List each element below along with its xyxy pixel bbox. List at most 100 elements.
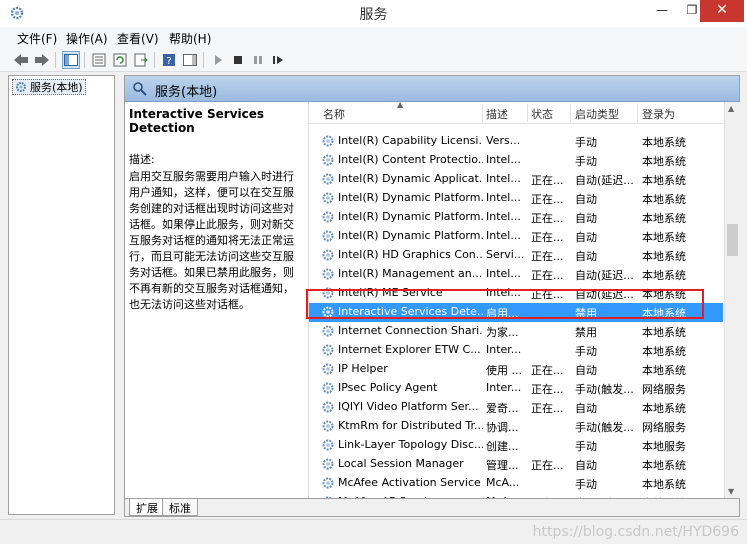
table-row[interactable]: IPsec Policy Agent Inter... 正在... 手动(触发... 网… [309, 379, 723, 398]
view-tabs: 扩展 标准 [125, 498, 739, 516]
service-log-on-as-cell: 本地系统 [642, 326, 686, 339]
service-name-cell: Intel(R) Dynamic Platform... [338, 229, 483, 242]
service-log-on-as-cell: 网络服务 [642, 383, 686, 396]
service-status-cell: 正在... [531, 459, 564, 472]
table-row[interactable]: Internet Connection Shari... 为家... 禁用 本地系统 [309, 322, 723, 341]
service-startup-type-cell: 手动(触发... [575, 421, 634, 434]
start-service-icon[interactable] [209, 51, 227, 69]
menu-file[interactable]: 文件(F) [17, 30, 57, 47]
column-separator[interactable] [570, 104, 571, 122]
service-name-cell: Intel(R) Dynamic Platform... [338, 191, 483, 204]
tab-extended[interactable]: 扩展 [129, 499, 165, 516]
restart-service-icon[interactable] [269, 51, 287, 69]
column-separator[interactable] [482, 104, 483, 122]
table-row[interactable]: Intel(R) Dynamic Applicat... Intel... 正在..… [309, 170, 723, 189]
tree-item-services-local[interactable]: 服务(本地) [12, 79, 86, 95]
table-row[interactable]: Intel(R) Management an... Intel... 正在... 自动… [309, 265, 723, 284]
service-gear-icon [322, 325, 334, 337]
service-name-cell: Intel(R) Management an... [338, 267, 483, 280]
menu-help[interactable]: 帮助(H) [169, 30, 211, 47]
table-row[interactable]: Intel(R) Dynamic Platform... Intel... 正在..… [309, 189, 723, 208]
table-row[interactable]: IQIYI Video Platform Ser... 爱奇... 正在... 自动 本… [309, 398, 723, 417]
vertical-scrollbar[interactable]: ▲ ▼ [724, 102, 740, 498]
service-log-on-as-cell: 本地系统 [642, 155, 686, 168]
pause-service-icon[interactable] [249, 51, 267, 69]
table-row[interactable]: Intel(R) Content Protectio... Intel... 手动 本… [309, 151, 723, 170]
table-row[interactable]: Intel(R) HD Graphics Con... Servi... 正在...… [309, 246, 723, 265]
sort-ascending-icon: ▲ [397, 100, 404, 109]
service-status-cell: 正在... [531, 250, 564, 263]
service-name-cell: Intel(R) Dynamic Platform... [338, 210, 483, 223]
table-row[interactable]: Intel(R) Dynamic Platform... Intel... 正在..… [309, 227, 723, 246]
service-startup-type-cell: 自动 [575, 250, 597, 263]
column-separator[interactable] [527, 104, 528, 122]
menu-action[interactable]: 操作(A) [66, 30, 108, 47]
service-name-cell: Local Session Manager [338, 457, 464, 470]
service-log-on-as-cell: 本地系统 [642, 364, 686, 377]
column-separator[interactable] [637, 104, 638, 122]
service-name-cell: IP Helper [338, 362, 388, 375]
service-status-cell: 正在... [531, 212, 564, 225]
service-description-cell: Servi... [486, 248, 525, 261]
table-row[interactable]: Intel(R) Dynamic Platform... Intel... 正在..… [309, 208, 723, 227]
service-gear-icon [322, 173, 334, 185]
menu-view[interactable]: 查看(V) [117, 30, 159, 47]
forward-arrow-icon[interactable] [33, 51, 51, 69]
service-log-on-as-cell: 网络服务 [642, 421, 686, 434]
refresh-icon[interactable] [111, 51, 129, 69]
service-name-cell: Intel(R) Content Protectio... [338, 153, 483, 166]
scroll-thumb[interactable] [727, 224, 738, 256]
service-name-cell: Intel(R) HD Graphics Con... [338, 248, 483, 261]
table-row[interactable]: KtmRm for Distributed Tr... 协调... 手动(触发...… [309, 417, 723, 436]
service-description-cell: Inter... [486, 381, 522, 394]
back-arrow-icon[interactable] [12, 51, 30, 69]
scroll-up-arrow-icon[interactable]: ▲ [728, 104, 734, 113]
export-list-icon[interactable] [132, 51, 150, 69]
properties-icon[interactable] [90, 51, 108, 69]
service-startup-type-cell: 手动 [575, 478, 597, 491]
table-row[interactable]: Link-Layer Topology Disc... 创建... 手动 本地服务 [309, 436, 723, 455]
table-row[interactable]: IP Helper 使用 ... 正在... 自动 本地系统 [309, 360, 723, 379]
column-header-status[interactable]: 状态 [531, 106, 553, 122]
table-row[interactable]: Intel(R) Capability Licensi... Vers... 手动 本… [309, 132, 723, 151]
show-tree-icon[interactable] [62, 51, 80, 69]
service-startup-type-cell: 手动 [575, 155, 597, 168]
service-name-cell: Link-Layer Topology Disc... [338, 438, 483, 451]
column-header-log-on-as[interactable]: 登录为 [642, 106, 675, 122]
table-row[interactable]: Local Session Manager 管理... 正在... 自动 本地系统 [309, 455, 723, 474]
tab-standard[interactable]: 标准 [162, 499, 198, 516]
service-startup-type-cell: 手动 [575, 345, 597, 358]
service-startup-type-cell: 手动 [575, 136, 597, 149]
service-description-cell: Intel... [486, 267, 521, 280]
service-description-cell: 爱奇... [486, 402, 519, 415]
column-header-description[interactable]: 描述 [486, 106, 508, 122]
menu-bar: 文件(F) 操作(A) 查看(V) 帮助(H) [0, 27, 747, 48]
table-row[interactable]: Internet Explorer ETW C... Inter... 手动 本地系统 [309, 341, 723, 360]
service-description-cell: Intel... [486, 191, 521, 204]
stop-service-icon[interactable] [229, 51, 247, 69]
service-gear-icon [322, 192, 334, 204]
help-icon[interactable]: ? [160, 51, 178, 69]
show-action-pane-icon[interactable] [181, 51, 199, 69]
service-status-cell: 正在... [531, 364, 564, 377]
service-startup-type-cell: 自动 [575, 459, 597, 472]
main-header: 服务(本地) [125, 76, 739, 102]
description-label: 描述: [129, 153, 155, 166]
service-log-on-as-cell: 本地系统 [642, 459, 686, 472]
window-title: 服务 [359, 7, 388, 23]
minimize-button[interactable]: — [647, 0, 677, 22]
column-header-name[interactable]: 名称 [323, 106, 345, 122]
service-name-cell: KtmRm for Distributed Tr... [338, 419, 483, 432]
service-gear-icon [322, 382, 334, 394]
console-tree: 服务(本地) [8, 75, 115, 515]
toolbar-separator [84, 52, 85, 68]
close-button[interactable]: ✕ [700, 0, 744, 22]
service-log-on-as-cell: 本地系统 [642, 250, 686, 263]
column-header-startup-type[interactable]: 启动类型 [575, 106, 619, 122]
services-gear-icon [16, 82, 26, 92]
service-description-cell: 为家... [486, 326, 519, 339]
scroll-down-arrow-icon[interactable]: ▼ [728, 487, 734, 496]
service-startup-type-cell: 手动 [575, 440, 597, 453]
service-gear-icon [322, 211, 334, 223]
table-row[interactable]: McAfee Activation Service McA... 手动 本地系统 [309, 474, 723, 493]
